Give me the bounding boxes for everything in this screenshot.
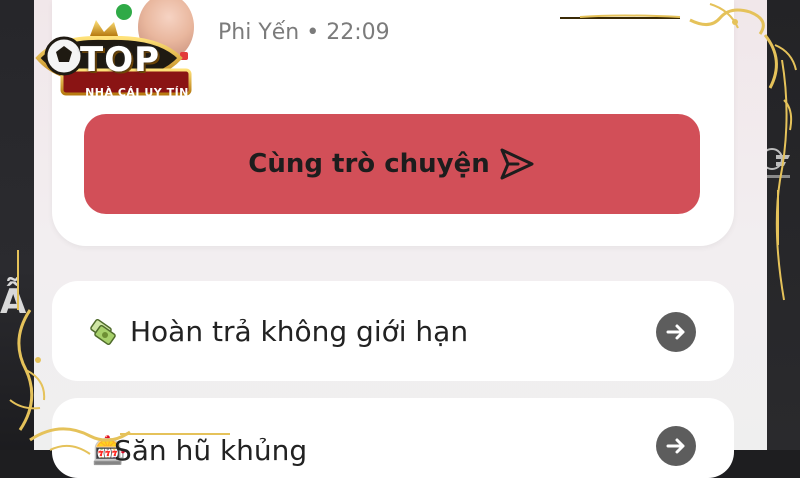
jackpot-icon: 🎰 xyxy=(92,434,127,467)
send-icon xyxy=(496,144,536,184)
feature-label: 🎰Săn hũ khủng xyxy=(92,434,308,467)
feature-label: Hoàn trả không giới hạn xyxy=(130,315,469,348)
logo-tagline: NHÀ CÁI UY TÍN xyxy=(85,86,189,99)
start-chat-label: Cùng trò chuyện xyxy=(248,149,490,179)
feature-row-refund[interactable]: Hoàn trả không giới hạn xyxy=(52,281,734,381)
site-logo[interactable]: TOP NHÀ CÁI UY TÍN xyxy=(18,16,194,100)
logo-brand: TOP xyxy=(80,40,161,80)
background-partial-text: Ẫ xyxy=(0,282,27,322)
start-chat-button[interactable]: Cùng trò chuyện xyxy=(84,114,700,214)
refund-icon xyxy=(88,317,118,347)
post-author-time: Phi Yến • 22:09 xyxy=(218,20,390,45)
arrow-right-icon[interactable] xyxy=(656,426,696,466)
feature-row-jackpot[interactable]: 🎰Săn hũ khủng xyxy=(52,398,734,478)
arrow-right-icon[interactable] xyxy=(656,312,696,352)
